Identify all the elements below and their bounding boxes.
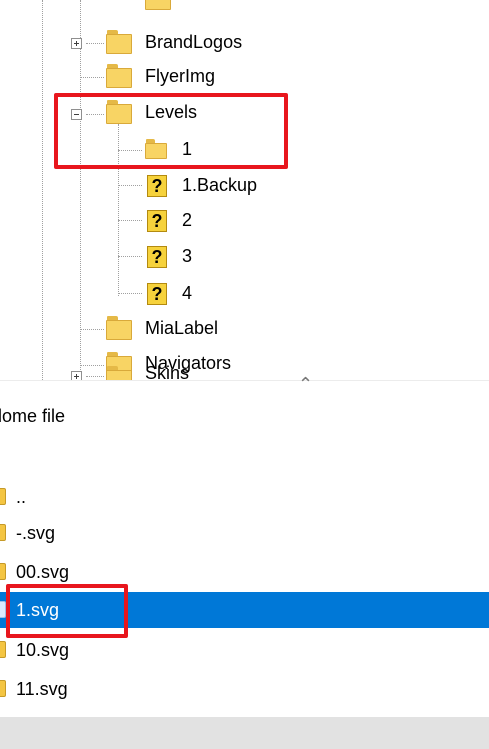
file-row[interactable]: -.svg [0, 515, 489, 551]
folder-icon [106, 64, 132, 88]
tree-item-flyerimg[interactable]: FlyerImg [145, 65, 215, 87]
tree-item-level-1-backup[interactable]: 1.Backup [182, 174, 257, 196]
folder-icon [106, 366, 132, 380]
file-row-parent[interactable]: .. [0, 479, 489, 515]
tree-line [118, 220, 142, 221]
tree-item-mialabel[interactable]: MiaLabel [145, 317, 218, 339]
tree-item-level-3[interactable]: 3 [182, 245, 192, 267]
tree-line [118, 256, 142, 257]
file-name: -.svg [16, 523, 56, 543]
folder-icon [145, 0, 171, 10]
tree-line [80, 365, 104, 366]
svg-file-icon [0, 680, 6, 697]
folder-icon [106, 30, 132, 54]
tree-line [42, 0, 43, 380]
column-header-name[interactable]: lome file [0, 394, 489, 438]
file-name: 10.svg [16, 640, 70, 660]
folder-icon [106, 316, 132, 340]
folder-tree: BrandLogos FlyerImg Levels 1 ? 1.Backup … [0, 0, 489, 380]
file-list: lome file .. -.svg 00.svg 1.svg 10.svg 1… [0, 394, 489, 749]
annotation-highlight-box [6, 584, 128, 638]
svg-file-icon [0, 641, 6, 658]
tree-item-skins[interactable]: Skins [145, 362, 189, 380]
tree-line [80, 0, 81, 380]
file-row[interactable]: 10.svg [0, 632, 489, 668]
svg-file-icon [0, 563, 6, 580]
tree-line [86, 43, 104, 44]
expand-plus-icon[interactable] [71, 371, 82, 380]
folder-icon [0, 488, 6, 505]
status-bar [0, 717, 489, 749]
tree-line [86, 376, 104, 377]
tree-line [80, 329, 104, 330]
svg-file-icon [0, 524, 6, 541]
file-name: .. [16, 487, 27, 507]
tree-line [118, 185, 142, 186]
chevron-up-icon[interactable]: ⌃ [298, 375, 313, 393]
question-mark-icon: ? [147, 283, 167, 305]
question-mark-icon: ? [147, 175, 167, 197]
column-header-label: lome file [0, 406, 66, 426]
tree-line [80, 77, 104, 78]
tree-item-brandlogos[interactable]: BrandLogos [145, 31, 242, 53]
tree-line [118, 293, 142, 294]
question-mark-icon: ? [147, 210, 167, 232]
annotation-highlight-box [54, 93, 288, 169]
question-mark-icon: ? [147, 246, 167, 268]
file-row[interactable]: 11.svg [0, 671, 489, 707]
tree-item-level-2[interactable]: 2 [182, 209, 192, 231]
file-name: 11.svg [16, 679, 68, 699]
pane-splitter[interactable]: ⌃ [0, 375, 489, 395]
expand-plus-icon[interactable] [71, 38, 82, 49]
tree-item-level-4[interactable]: 4 [182, 282, 192, 304]
